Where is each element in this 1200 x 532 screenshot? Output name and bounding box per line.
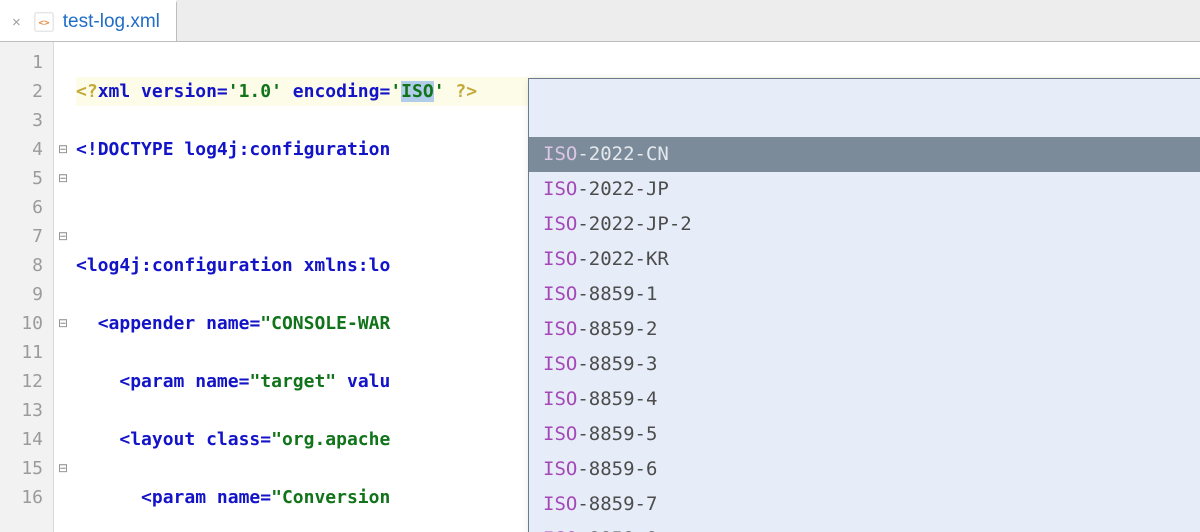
- completion-match: ISO: [543, 350, 577, 379]
- completion-match: ISO: [543, 385, 577, 414]
- completion-item[interactable]: ISO-8859-6: [529, 452, 1200, 487]
- fold-gutter: ⊟ ⊟ ⊟ ⊟ ⊟: [54, 42, 72, 532]
- completion-item[interactable]: ISO-2022-JP: [529, 172, 1200, 207]
- completion-rest: -8859-3: [577, 350, 657, 379]
- fold-marker[interactable]: ⊟: [54, 309, 72, 338]
- fold-marker[interactable]: [54, 77, 72, 106]
- completion-rest: -8859-4: [577, 385, 657, 414]
- tab-filename: test-log.xml: [63, 11, 160, 33]
- completion-match: ISO: [543, 245, 577, 274]
- fold-marker[interactable]: [54, 338, 72, 367]
- completion-match: ISO: [543, 455, 577, 484]
- completion-item[interactable]: ISO-8859-7: [529, 487, 1200, 522]
- completion-match: ISO: [543, 525, 577, 532]
- fold-marker[interactable]: [54, 193, 72, 222]
- completion-popup: ISO-2022-CNISO-2022-JPISO-2022-JP-2ISO-2…: [528, 78, 1200, 532]
- line-number: 6: [0, 193, 43, 222]
- line-number: 3: [0, 106, 43, 135]
- line-number: 8: [0, 251, 43, 280]
- completion-rest: -8859-7: [577, 490, 657, 519]
- line-number: 16: [0, 483, 43, 512]
- line-number: 2: [0, 77, 43, 106]
- line-number: 9: [0, 280, 43, 309]
- line-number: 7: [0, 222, 43, 251]
- fold-marker[interactable]: [54, 367, 72, 396]
- completion-item[interactable]: ISO-8859-4: [529, 382, 1200, 417]
- fold-marker[interactable]: [54, 483, 72, 512]
- tab-strip: × <> test-log.xml: [0, 0, 1200, 42]
- line-number: 15: [0, 454, 43, 483]
- completion-match: ISO: [543, 140, 577, 169]
- completion-item[interactable]: ISO-2022-KR: [529, 242, 1200, 277]
- fold-marker[interactable]: ⊟: [54, 164, 72, 193]
- completion-match: ISO: [543, 420, 577, 449]
- completion-rest: -2022-CN: [577, 140, 669, 169]
- completion-rest: -8859-1: [577, 280, 657, 309]
- completion-rest: -8859-2: [577, 315, 657, 344]
- completion-item[interactable]: ISO-8859-8: [529, 522, 1200, 532]
- completion-item[interactable]: ISO-8859-3: [529, 347, 1200, 382]
- completion-match: ISO: [543, 315, 577, 344]
- fold-marker[interactable]: [54, 396, 72, 425]
- completion-rest: -2022-KR: [577, 245, 669, 274]
- completion-match: ISO: [543, 175, 577, 204]
- completion-rest: -8859-8: [577, 525, 657, 532]
- fold-marker[interactable]: [54, 280, 72, 309]
- close-icon[interactable]: ×: [8, 15, 25, 30]
- code-area[interactable]: <?xml version='1.0' encoding='ISO' ?> <!…: [72, 42, 1200, 532]
- tab-test-log[interactable]: × <> test-log.xml: [0, 0, 177, 41]
- fold-marker[interactable]: [54, 106, 72, 135]
- completion-item[interactable]: ISO-2022-CN: [529, 137, 1200, 172]
- completion-rest: -2022-JP-2: [577, 210, 691, 239]
- completion-match: ISO: [543, 210, 577, 239]
- line-number: 4: [0, 135, 43, 164]
- line-number: 13: [0, 396, 43, 425]
- completion-rest: -8859-6: [577, 455, 657, 484]
- line-number: 11: [0, 338, 43, 367]
- editor[interactable]: 1 2 3 4 5 6 7 8 9 10 11 12 13 14 15 16 ⊟…: [0, 42, 1200, 532]
- completion-rest: -8859-5: [577, 420, 657, 449]
- completion-rest: -2022-JP: [577, 175, 669, 204]
- fold-marker[interactable]: [54, 48, 72, 77]
- fold-marker[interactable]: ⊟: [54, 454, 72, 483]
- line-number-gutter: 1 2 3 4 5 6 7 8 9 10 11 12 13 14 15 16: [0, 42, 54, 532]
- completion-item[interactable]: ISO-2022-JP-2: [529, 207, 1200, 242]
- svg-text:<>: <>: [38, 18, 50, 29]
- completion-match: ISO: [543, 280, 577, 309]
- line-number: 5: [0, 164, 43, 193]
- fold-marker[interactable]: ⊟: [54, 222, 72, 251]
- fold-marker[interactable]: [54, 251, 72, 280]
- fold-marker[interactable]: [54, 425, 72, 454]
- line-number: 1: [0, 48, 43, 77]
- encoding-selection: ISO: [401, 81, 434, 102]
- line-number: 14: [0, 425, 43, 454]
- completion-item[interactable]: ISO-8859-1: [529, 277, 1200, 312]
- completion-item[interactable]: ISO-8859-5: [529, 417, 1200, 452]
- fold-marker[interactable]: ⊟: [54, 135, 72, 164]
- line-number: 10: [0, 309, 43, 338]
- line-number: 12: [0, 367, 43, 396]
- completion-item[interactable]: ISO-8859-2: [529, 312, 1200, 347]
- xml-file-icon: <>: [33, 11, 55, 33]
- completion-match: ISO: [543, 490, 577, 519]
